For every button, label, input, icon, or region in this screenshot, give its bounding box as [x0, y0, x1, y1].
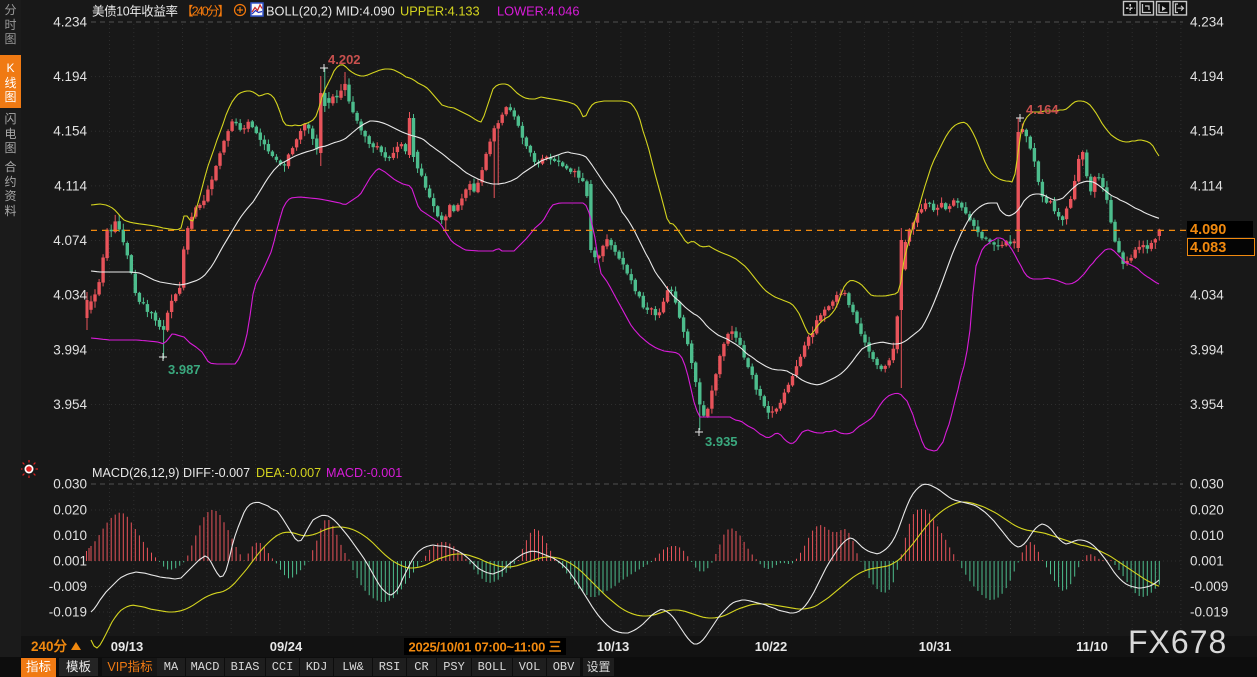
svg-text:09/24: 09/24 [270, 639, 303, 654]
svg-text:0.030: 0.030 [53, 477, 87, 492]
svg-text:【240分】: 【240分】 [181, 5, 230, 19]
svg-text:4.164: 4.164 [1026, 102, 1059, 117]
svg-text:3.994: 3.994 [53, 342, 87, 357]
svg-text:4.194: 4.194 [1190, 69, 1224, 84]
svg-text:11/10: 11/10 [1076, 639, 1108, 654]
svg-text:4.114: 4.114 [1190, 178, 1223, 193]
svg-text:4.114: 4.114 [54, 178, 87, 193]
svg-text:-0.019: -0.019 [49, 605, 87, 620]
svg-text:4.034: 4.034 [1190, 288, 1224, 303]
svg-text:4.154: 4.154 [53, 124, 87, 139]
svg-text:0.010: 0.010 [1190, 528, 1224, 543]
svg-text:3.987: 3.987 [168, 362, 201, 377]
svg-text:10/22: 10/22 [755, 639, 788, 654]
svg-text:4.234: 4.234 [53, 15, 87, 30]
svg-text:0.010: 0.010 [53, 528, 87, 543]
svg-text:UPPER:4.133: UPPER:4.133 [400, 4, 480, 19]
svg-text:-0.009: -0.009 [49, 579, 87, 594]
svg-text:4.202: 4.202 [328, 52, 361, 67]
svg-text:4.090: 4.090 [1190, 222, 1226, 238]
svg-text:4.083: 4.083 [1190, 240, 1226, 256]
svg-text:0.030: 0.030 [1190, 477, 1224, 492]
svg-text:4.154: 4.154 [1190, 124, 1224, 139]
svg-text:0.020: 0.020 [1190, 503, 1224, 518]
svg-text:09/13: 09/13 [111, 639, 144, 654]
svg-text:0.001: 0.001 [1190, 554, 1224, 569]
svg-text:美债10年收益率: 美债10年收益率 [92, 4, 178, 19]
svg-text:LOWER:4.046: LOWER:4.046 [497, 4, 580, 19]
svg-text:DEA:-0.007: DEA:-0.007 [256, 466, 321, 480]
svg-text:3.935: 3.935 [705, 434, 738, 449]
svg-text:10/13: 10/13 [597, 639, 630, 654]
svg-text:3.994: 3.994 [1190, 342, 1224, 357]
svg-text:3.954: 3.954 [53, 397, 87, 412]
svg-text:4.234: 4.234 [1190, 15, 1224, 30]
svg-text:BOLL(20,2) MID:4.090: BOLL(20,2) MID:4.090 [266, 4, 395, 19]
svg-text:MACD:-0.001: MACD:-0.001 [326, 466, 402, 480]
svg-text:MACD(26,12,9) DIFF:-0.007: MACD(26,12,9) DIFF:-0.007 [92, 466, 250, 480]
svg-text:0.020: 0.020 [53, 503, 87, 518]
svg-text:10/31: 10/31 [919, 639, 952, 654]
svg-text:4.074: 4.074 [53, 233, 87, 248]
svg-text:-0.019: -0.019 [1190, 605, 1228, 620]
svg-text:2025/10/01 07:00~11:00 三: 2025/10/01 07:00~11:00 三 [409, 640, 562, 655]
svg-text:3.954: 3.954 [1190, 397, 1224, 412]
svg-text:240分: 240分 [31, 639, 68, 654]
svg-text:-0.009: -0.009 [1190, 579, 1228, 594]
svg-text:0.001: 0.001 [53, 554, 87, 569]
svg-text:4.034: 4.034 [53, 288, 87, 303]
svg-text:4.194: 4.194 [53, 69, 87, 84]
